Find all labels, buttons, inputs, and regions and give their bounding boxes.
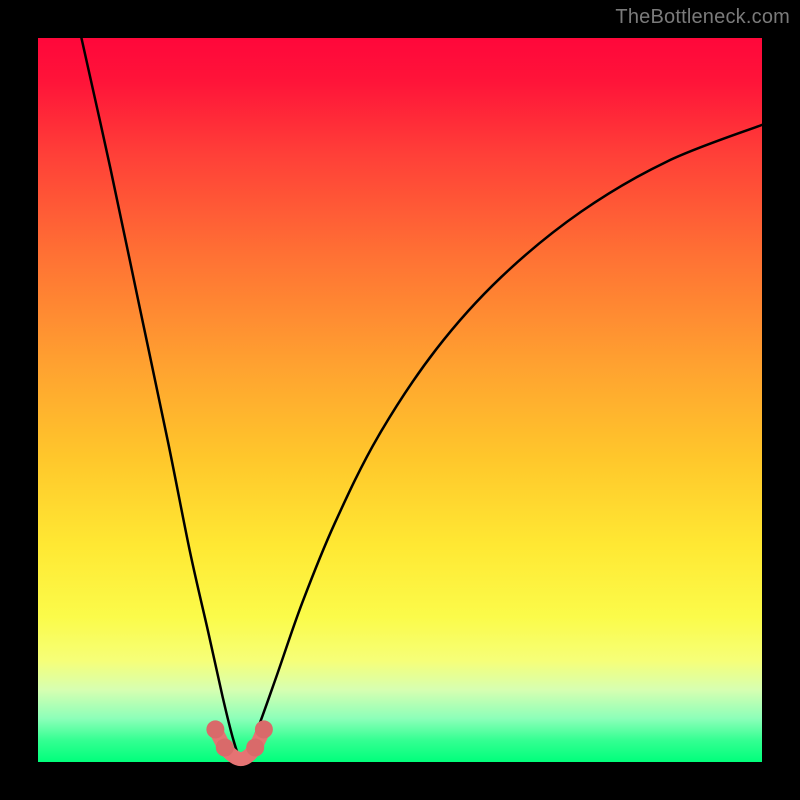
optimal-zone-dot [216,739,234,757]
chart-frame: TheBottleneck.com [0,0,800,800]
curve-svg [38,38,762,762]
optimal-zone-dot [255,720,273,738]
plot-area [38,38,762,762]
watermark-text: TheBottleneck.com [615,6,790,29]
bottleneck-curve [81,38,762,759]
optimal-zone-dot [206,720,224,738]
optimal-zone-dot [246,739,264,757]
